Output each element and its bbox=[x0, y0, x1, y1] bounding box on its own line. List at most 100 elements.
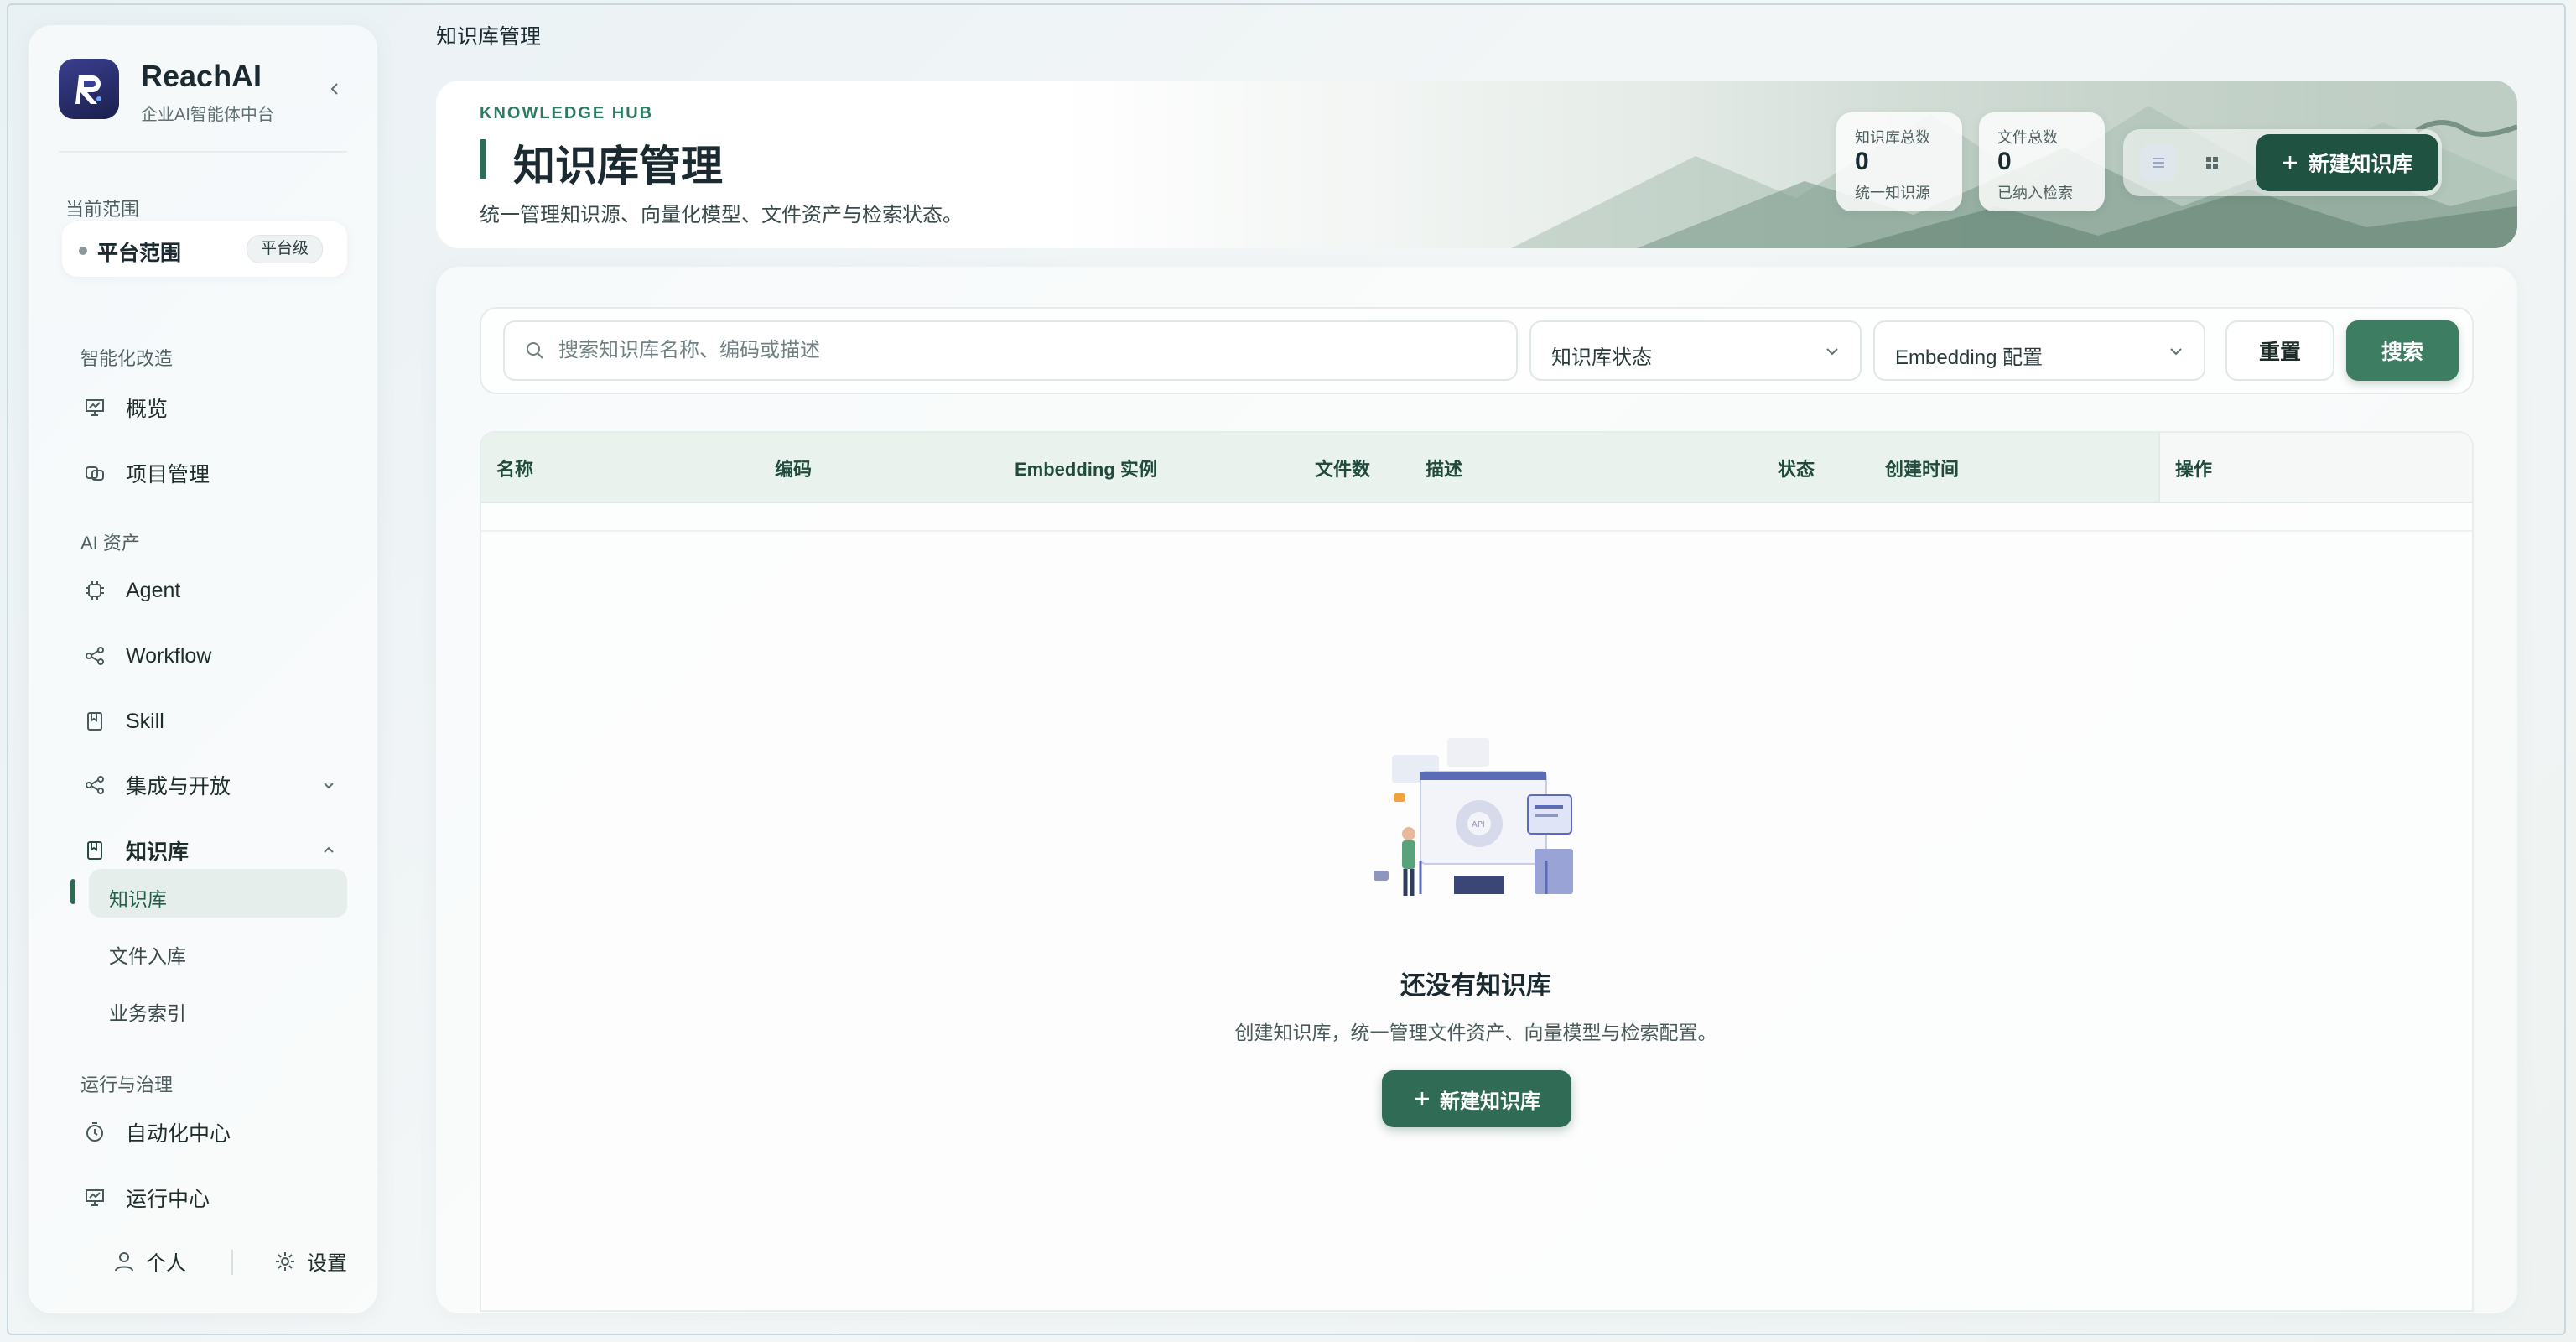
sidebar-item-label: 集成与开放 bbox=[126, 775, 231, 798]
empty-state-create-button[interactable]: 新建知识库 bbox=[1382, 1070, 1571, 1127]
chevron-up-icon[interactable] bbox=[317, 839, 340, 862]
hero-title: 知识库管理 bbox=[513, 143, 723, 190]
reset-button[interactable]: 重置 bbox=[2225, 320, 2334, 381]
plus-icon bbox=[2283, 156, 2298, 169]
collapse-sidebar-button[interactable] bbox=[319, 72, 352, 106]
divider bbox=[59, 151, 347, 153]
divider bbox=[231, 1250, 233, 1275]
section-label-operations: 运行与治理 bbox=[80, 1074, 174, 1095]
svg-text:API: API bbox=[1472, 820, 1485, 830]
breadcrumb: 知识库管理 bbox=[436, 25, 542, 49]
filter-bar: 知识库状态 Embedding 配置 重置 搜索 bbox=[480, 307, 2474, 394]
profile-button[interactable]: 个人 bbox=[112, 1246, 186, 1276]
stat-card-file-total: 文件总数 0 已纳入检索 bbox=[1979, 112, 2105, 211]
section-label-transformation: 智能化改造 bbox=[80, 348, 174, 369]
project-icon bbox=[82, 460, 107, 486]
scope-value: 平台范围 bbox=[97, 242, 182, 265]
column-header-embedding: Embedding 实例 bbox=[1015, 459, 1157, 480]
hero-description: 统一管理知识源、向量化模型、文件资产与检索状态。 bbox=[480, 204, 963, 226]
search-button[interactable]: 搜索 bbox=[2346, 320, 2459, 381]
sidebar-item-label: Agent bbox=[126, 578, 181, 602]
presentation-icon bbox=[82, 395, 107, 420]
sidebar-item-skill[interactable]: Skill bbox=[70, 698, 356, 745]
sidebar-item-label: Workflow bbox=[126, 643, 212, 668]
stat-subtitle: 统一知识源 bbox=[1855, 185, 1930, 201]
sidebar-footer: 个人 设置 bbox=[57, 1236, 359, 1283]
column-header-actions: 操作 bbox=[2175, 459, 2213, 480]
scope-dot bbox=[79, 247, 87, 255]
list-view-button[interactable] bbox=[2140, 144, 2177, 181]
status-select-value: 知识库状态 bbox=[1551, 346, 1652, 369]
hero-eyebrow: KNOWLEDGE HUB bbox=[480, 104, 654, 122]
sidebar-item-projects[interactable]: 项目管理 bbox=[70, 450, 356, 497]
hero-banner: KNOWLEDGE HUB 知识库管理 统一管理知识源、向量化模型、文件资产与检… bbox=[436, 81, 2517, 248]
section-label-ai-assets: AI 资产 bbox=[80, 533, 140, 554]
chip-icon bbox=[82, 578, 107, 603]
stat-subtitle: 已纳入检索 bbox=[1997, 185, 2073, 201]
create-knowledge-base-button[interactable]: 新建知识库 bbox=[2256, 134, 2438, 191]
sidebar-item-integration[interactable]: 集成与开放 bbox=[70, 762, 356, 809]
share-nodes-icon bbox=[82, 772, 107, 798]
sidebar-item-label: 运行中心 bbox=[126, 1188, 210, 1211]
presentation-icon bbox=[82, 1185, 107, 1210]
stat-card-knowledge-total: 知识库总数 0 统一知识源 bbox=[1836, 112, 1962, 211]
title-accent-bar bbox=[480, 139, 486, 179]
grid-view-button[interactable] bbox=[2194, 144, 2231, 181]
column-header-created-at: 创建时间 bbox=[1885, 459, 1960, 480]
sidebar-item-label: 知识库 bbox=[126, 840, 190, 864]
embedding-select-value: Embedding 配置 bbox=[1895, 346, 2044, 369]
book-icon bbox=[82, 838, 107, 863]
column-header-actions-cell: 操作 bbox=[2158, 433, 2472, 502]
empty-state-title: 还没有知识库 bbox=[1400, 972, 1551, 1000]
scope-selector[interactable]: 平台范围 平台级 bbox=[62, 221, 347, 277]
sidebar-item-label: 项目管理 bbox=[126, 463, 210, 486]
empty-state-description: 创建知识库，统一管理文件资产、向量模型与检索配置。 bbox=[1234, 1022, 1717, 1043]
sidebar-item-label: 自动化中心 bbox=[126, 1122, 231, 1146]
brand-name: ReachAI bbox=[141, 59, 262, 93]
settings-button[interactable]: 设置 bbox=[273, 1246, 347, 1276]
list-icon bbox=[2153, 158, 2164, 168]
embedding-select[interactable]: Embedding 配置 bbox=[1873, 320, 2205, 381]
settings-label: 设置 bbox=[307, 1252, 347, 1275]
sidebar-item-knowledge[interactable]: 知识库 bbox=[70, 827, 356, 874]
status-select[interactable]: 知识库状态 bbox=[1530, 320, 1862, 381]
stat-title: 文件总数 bbox=[1997, 129, 2058, 146]
search-field[interactable] bbox=[503, 320, 1518, 381]
sidebar-item-agent[interactable]: Agent bbox=[70, 567, 356, 614]
app-logo[interactable] bbox=[59, 59, 119, 119]
plus-icon bbox=[1415, 1092, 1429, 1105]
profile-label: 个人 bbox=[146, 1252, 186, 1275]
column-header-name: 名称 bbox=[496, 459, 534, 480]
sidebar-item-automation[interactable]: 自动化中心 bbox=[70, 1109, 356, 1156]
search-icon bbox=[525, 341, 545, 361]
sidebar-subitem-label: 业务索引 bbox=[109, 1002, 186, 1024]
table-header: 名称 编码 Embedding 实例 文件数 描述 状态 创建时间 操作 bbox=[481, 433, 2472, 503]
empty-state-illustration: API bbox=[1374, 738, 1573, 896]
sidebar-item-label: 概览 bbox=[126, 398, 169, 421]
column-header-status: 状态 bbox=[1778, 459, 1815, 480]
book-icon bbox=[82, 709, 107, 734]
chevron-down-icon bbox=[2170, 348, 2182, 356]
brand-subtitle: 企业AI智能体中台 bbox=[141, 106, 274, 124]
empty-state-button-label: 新建知识库 bbox=[1440, 1090, 1540, 1113]
active-indicator bbox=[70, 879, 75, 904]
sidebar-item-runtime[interactable]: 运行中心 bbox=[70, 1174, 356, 1221]
divider bbox=[481, 530, 2472, 532]
sidebar-subitem-file-ingest[interactable]: 文件入库 bbox=[89, 926, 347, 975]
timer-icon bbox=[82, 1120, 107, 1145]
column-header-description: 描述 bbox=[1426, 459, 1463, 480]
search-input[interactable] bbox=[557, 338, 1483, 363]
sidebar-item-overview[interactable]: 概览 bbox=[70, 384, 356, 431]
scope-label: 当前范围 bbox=[65, 199, 140, 220]
stat-title: 知识库总数 bbox=[1855, 129, 1930, 146]
column-header-file-count: 文件数 bbox=[1315, 459, 1371, 480]
sidebar-subitem-business-index[interactable]: 业务索引 bbox=[89, 983, 347, 1032]
sidebar-item-workflow[interactable]: Workflow bbox=[70, 632, 356, 679]
grid-icon bbox=[2206, 157, 2218, 169]
chevron-down-icon[interactable] bbox=[317, 773, 340, 797]
stat-value: 0 bbox=[1997, 148, 2012, 175]
user-icon bbox=[115, 1251, 133, 1271]
stat-value: 0 bbox=[1855, 148, 1869, 175]
sidebar-subitem-knowledge-base[interactable]: 知识库 bbox=[89, 869, 347, 918]
create-button-label: 新建知识库 bbox=[2308, 153, 2413, 176]
